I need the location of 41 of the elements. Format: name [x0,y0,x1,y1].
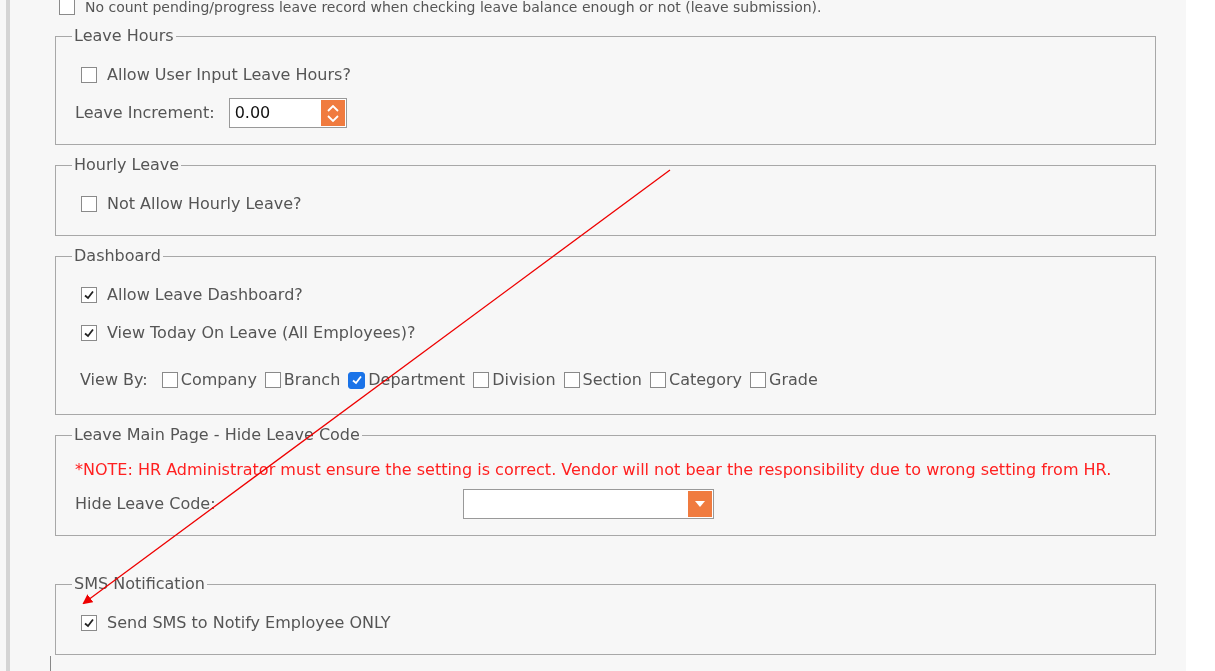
section-title: SMS Notification [73,573,206,595]
checkbox-label: Category [668,369,743,391]
checkbox-label: Allow Leave Dashboard? [107,284,303,306]
checkbox[interactable] [473,372,490,388]
checkbox-label: View Today On Leave (All Employees)? [107,322,416,344]
field-label: View By: [80,369,148,391]
checkbox[interactable] [264,372,281,388]
field-label: Leave Increment: [75,102,215,124]
checkbox-label: Grade [769,369,818,391]
leave-increment-spinner[interactable]: 0.00 [228,98,347,128]
section-title: Leave Main Page - Hide Leave Code [73,424,361,446]
section-title: Dashboard [73,245,162,267]
hide-leave-code-dropdown[interactable] [463,489,714,519]
checkbox-label: No count pending/progress leave record when checking leave balance enough or not (leave submission). [85,0,822,17]
checkmark-icon [83,617,95,629]
dropdown-caret-icon[interactable] [688,491,712,517]
checkbox-label: Send SMS to Notify Employee ONLY [107,612,391,634]
spin-buttons-icon[interactable] [320,100,345,126]
checkmark-icon [83,289,95,301]
field-label: Hide Leave Code: [75,493,217,515]
checkbox-label: Branch [283,369,341,391]
checkbox-label: Division [492,369,556,391]
checkbox[interactable] [59,0,75,15]
checkbox[interactable] [750,372,767,388]
checkmark-icon [83,327,95,339]
checkbox-label: Company [180,369,257,391]
checkbox-label: Section [582,369,642,391]
checkbox[interactable] [348,371,366,389]
checkbox-label: Allow User Input Leave Hours? [107,64,351,86]
checkbox[interactable] [81,325,97,341]
checkbox[interactable] [81,615,97,631]
checkbox[interactable] [563,372,580,388]
checkbox[interactable] [161,372,178,388]
section-title: Hourly Leave [73,154,181,176]
checkbox[interactable] [81,287,97,303]
section-title: Leave Hours [73,25,175,47]
checkmark-icon [350,374,363,386]
checkbox[interactable] [81,196,97,212]
checkbox[interactable] [649,372,666,388]
checkbox-label: Not Allow Hourly Leave? [107,193,302,215]
checkbox[interactable] [81,67,97,83]
